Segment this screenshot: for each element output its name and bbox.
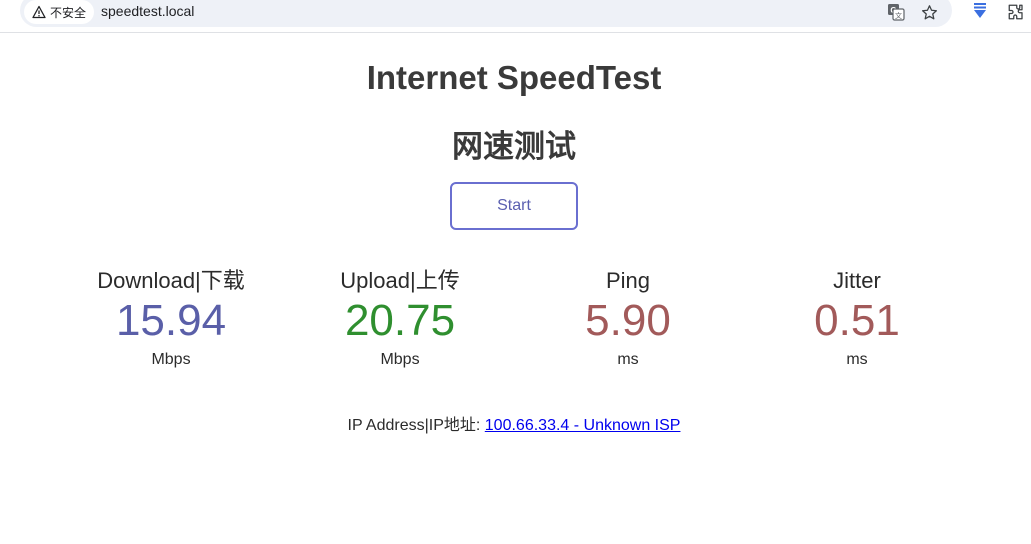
security-label: 不安全	[50, 5, 87, 20]
download-metric: Download|下载 15.94 Mbps	[61, 266, 281, 369]
download-arrow-icon[interactable]	[970, 2, 990, 22]
jitter-label: Jitter	[833, 268, 881, 293]
download-unit: Mbps	[151, 351, 191, 368]
warning-icon	[32, 5, 46, 19]
ping-value: 5.90	[585, 296, 671, 345]
jitter-unit: ms	[846, 351, 868, 368]
ping-label: Ping	[605, 268, 651, 293]
svg-text:文: 文	[895, 11, 902, 20]
download-label: Download|下载	[97, 268, 245, 293]
ip-address-link[interactable]: 100.66.33.4 - Unknown ISP	[485, 417, 681, 434]
download-value: 15.94	[115, 296, 227, 345]
ip-address-line: IP Address|IP地址: 100.66.33.4 - Unknown I…	[0, 411, 1028, 435]
page-content: Internet SpeedTest 网速测试 Start Download|下…	[0, 33, 1031, 544]
browser-toolbar: 不安全 speedtest.local G 文	[0, 0, 1031, 33]
ip-address-label: IP Address|IP地址:	[347, 417, 485, 434]
upload-value: 20.75	[344, 296, 456, 345]
translate-icon[interactable]: G 文	[886, 2, 906, 22]
star-icon[interactable]	[919, 2, 939, 22]
security-indicator[interactable]: 不安全	[24, 0, 95, 24]
jitter-value: 0.51	[814, 296, 900, 345]
upload-label: Upload|上传	[340, 268, 460, 293]
upload-unit: Mbps	[380, 351, 420, 368]
extensions-icon[interactable]	[1006, 2, 1026, 22]
ping-unit: ms	[617, 351, 639, 368]
page-title: Internet SpeedTest	[366, 59, 662, 96]
page-subtitle: 网速测试	[452, 129, 576, 164]
address-bar[interactable]: 不安全 speedtest.local	[20, 0, 952, 27]
url-text[interactable]: speedtest.local	[101, 3, 194, 19]
start-button[interactable]: Start	[450, 182, 578, 230]
ping-metric: Ping 5.90 ms	[518, 266, 738, 369]
jitter-metric: Jitter 0.51 ms	[747, 266, 967, 369]
upload-metric: Upload|上传 20.75 Mbps	[290, 266, 510, 369]
